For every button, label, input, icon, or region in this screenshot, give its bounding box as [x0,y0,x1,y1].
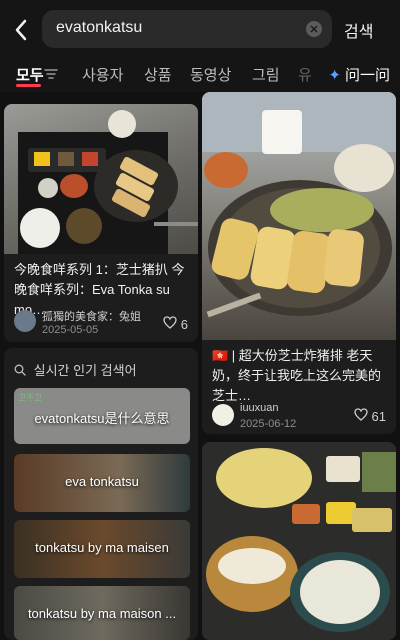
trending-searches-panel: 실시간 인기 검색어 卫不卫 evatonkatsu是什么意思 eva tonk… [4,348,198,640]
like-button[interactable]: 61 [354,408,386,424]
trending-item[interactable]: tonkatsu by ma maison ... [14,586,190,640]
post-title: 🇭🇰 | 超大份芝士炸猪排 老天奶，终于让我吃上这么完美的芝士… [212,348,382,403]
post-card[interactable] [202,442,396,640]
like-count: 6 [180,317,188,332]
post-card[interactable]: 🇭🇰 | 超大份芝士炸猪排 老天奶，终于让我吃上这么完美的芝士… iuuxuan… [202,92,396,434]
filter-icon[interactable] [44,67,58,85]
trending-item-label: eva tonkatsu [65,474,139,489]
tab-users[interactable]: 사용자 [82,64,123,85]
post-date: 2025-05-05 [42,324,99,336]
ai-ask-label: 问一问 [344,67,390,84]
results-feed[interactable]: 今晚食咩系列 1：芝士猪扒 今晚食咩系列：Eva Tonka su mo… 孤獨… [0,92,400,640]
tab-products[interactable]: 상품 [144,64,172,85]
trending-item-label: tonkatsu by ma maison ... [27,606,177,621]
like-count: 61 [371,409,386,424]
post-image [4,104,198,254]
sparkle-icon: ✦ [328,67,341,84]
trending-item[interactable]: tonkatsu by ma maisen [14,520,190,578]
post-image [202,92,396,340]
avatar[interactable] [14,310,36,332]
post-author[interactable]: 孤獨的美食家：兔姐 [42,308,141,324]
tab-bar: 모두 사용자 상품 동영상 그림 유 ✦ 问一问 [0,58,400,92]
tab-videos[interactable]: 동영상 [190,64,231,85]
tab-active-indicator [16,84,41,87]
post-date: 2025-06-12 [240,418,297,430]
top-bar: evatonkatsu 검색 [0,0,400,58]
trending-heading: 실시간 인기 검색어 [14,360,137,379]
tab-images[interactable]: 그림 [252,64,280,85]
trending-item-label: tonkatsu by ma maisen [35,540,169,555]
search-icon [14,364,26,376]
heart-icon [354,408,368,421]
search-button[interactable]: 검색 [344,18,373,42]
trending-item[interactable]: 卫不卫 evatonkatsu是什么意思 [14,388,190,444]
trending-item-tag: 卫不卫 [18,393,42,402]
clear-icon[interactable] [306,21,322,37]
heart-icon [163,316,177,329]
tab-overflow[interactable]: 유 [298,64,312,85]
search-input-value: evatonkatsu [56,19,143,36]
trending-item[interactable]: eva tonkatsu [14,454,190,512]
trending-heading-text: 실시간 인기 검색어 [33,363,137,378]
search-input[interactable]: evatonkatsu [42,10,332,48]
post-author[interactable]: iuuxuan [240,402,279,414]
like-button[interactable]: 6 [163,316,188,332]
tab-all[interactable]: 모두 [16,64,44,85]
ai-ask-button[interactable]: ✦ 问一问 [328,64,390,85]
post-image [202,442,396,640]
trending-item-label: evatonkatsu是什么意思 [34,411,170,426]
avatar[interactable] [212,404,234,426]
post-card[interactable]: 今晚食咩系列 1：芝士猪扒 今晚食咩系列：Eva Tonka su mo… 孤獨… [4,104,198,342]
back-arrow-icon[interactable] [12,18,32,42]
